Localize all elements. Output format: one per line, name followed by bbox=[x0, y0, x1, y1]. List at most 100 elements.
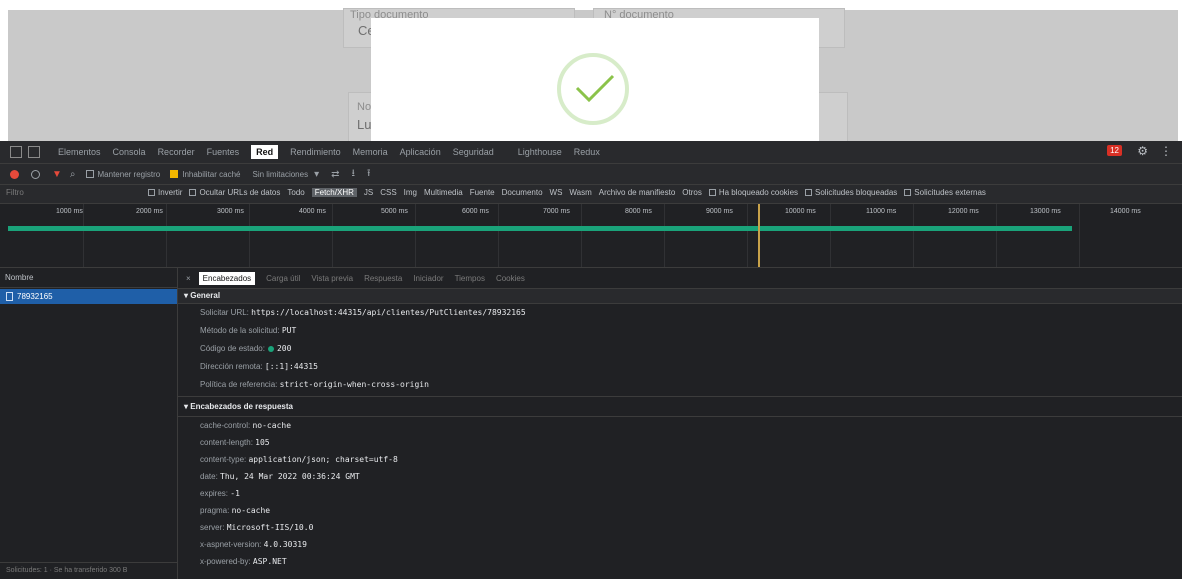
chevron-down-icon[interactable]: ▾ bbox=[314, 169, 319, 180]
filter-font[interactable]: Fuente bbox=[470, 188, 495, 197]
tab-security[interactable]: Seguridad bbox=[453, 147, 494, 157]
export-har-icon[interactable]: ⭱ bbox=[367, 166, 371, 183]
header-value: 200 bbox=[276, 344, 292, 353]
invert-checkbox[interactable] bbox=[148, 189, 155, 196]
header-value: strict-origin-when-cross-origin bbox=[279, 380, 429, 389]
timeline-tick: 4000 ms bbox=[299, 208, 326, 215]
timeline-tick: 1000 ms bbox=[56, 208, 83, 215]
inspect-icon[interactable] bbox=[10, 146, 22, 158]
tab-response[interactable]: Respuesta bbox=[364, 274, 402, 283]
filter-media[interactable]: Multimedia bbox=[424, 188, 463, 197]
disable-cache-label: Inhabilitar caché bbox=[182, 169, 241, 179]
tab-headers[interactable]: Encabezados bbox=[198, 271, 256, 285]
header-key: content-length: bbox=[200, 438, 253, 447]
tab-sources[interactable]: Fuentes bbox=[207, 147, 240, 157]
device-toolbar-icon[interactable] bbox=[28, 146, 40, 158]
header-row: content-type: application/json; charset=… bbox=[178, 451, 1182, 468]
filter-wasm[interactable]: Wasm bbox=[569, 188, 591, 197]
tab-network[interactable]: Red bbox=[251, 145, 279, 159]
tab-payload[interactable]: Carga útil bbox=[266, 274, 300, 283]
tab-performance[interactable]: Rendimiento bbox=[290, 147, 341, 157]
web-page: Tipo documento Ce N° documento No Lu bbox=[0, 0, 1182, 144]
request-details: × Encabezados Carga útil Vista previa Re… bbox=[178, 268, 1182, 579]
third-party-checkbox[interactable] bbox=[904, 189, 912, 196]
header-row: Política de referencia: strict-origin-wh… bbox=[178, 376, 1182, 394]
search-icon[interactable]: ⌕ bbox=[70, 169, 76, 180]
tab-recorder[interactable]: Recorder bbox=[158, 147, 195, 157]
devtools-tabbar: Elementos Consola Recorder Fuentes Red R… bbox=[0, 141, 1182, 164]
network-toolbar: ▼ ⌕ Mantener registro Inhabilitar caché … bbox=[0, 164, 1182, 185]
gear-icon[interactable]: ⚙ bbox=[1137, 144, 1148, 158]
header-row: Dirección remota: [::1]:44315 bbox=[178, 358, 1182, 376]
header-key: Dirección remota: bbox=[200, 362, 263, 371]
header-key: Método de la solicitud: bbox=[200, 326, 280, 335]
more-options-icon[interactable]: ⋮ bbox=[1160, 144, 1172, 158]
filter-other[interactable]: Otros bbox=[682, 188, 702, 197]
filter-css[interactable]: CSS bbox=[380, 188, 396, 197]
preserve-log-checkbox[interactable] bbox=[85, 170, 94, 178]
timeline-tick: 8000 ms bbox=[625, 208, 652, 215]
header-row: cache-control: no-cache bbox=[178, 417, 1182, 434]
filter-fetch-xhr[interactable]: Fetch/XHR bbox=[311, 188, 357, 197]
blocked-requests-checkbox[interactable] bbox=[805, 189, 813, 196]
network-conditions-icon[interactable]: ⇄ bbox=[331, 169, 339, 180]
network-overview-timeline[interactable]: 1000 ms 2000 ms 3000 ms 4000 ms 5000 ms … bbox=[0, 204, 1182, 268]
tab-timing[interactable]: Tiempos bbox=[455, 274, 485, 283]
file-icon bbox=[6, 292, 13, 301]
success-modal bbox=[371, 18, 819, 141]
tab-redux[interactable]: Redux bbox=[574, 147, 600, 157]
tab-application[interactable]: Aplicación bbox=[400, 147, 441, 157]
request-row[interactable]: 78932165 bbox=[0, 289, 177, 304]
header-value: Thu, 24 Mar 2022 00:36:24 GMT bbox=[220, 472, 360, 481]
general-section-title: General bbox=[190, 291, 221, 300]
tab-memory[interactable]: Memoria bbox=[353, 147, 388, 157]
header-row: Método de la solicitud: PUT bbox=[178, 322, 1182, 340]
filter-input[interactable]: Filtro bbox=[6, 188, 24, 197]
response-headers-section-header[interactable]: ▾ Encabezados de respuesta bbox=[178, 396, 1182, 417]
header-key: date: bbox=[200, 472, 218, 481]
header-value: ASP.NET bbox=[252, 557, 287, 566]
filter-img[interactable]: Img bbox=[404, 188, 417, 197]
resource-type-filters: Invertir Ocultar URLs de datos Todo Fetc… bbox=[148, 188, 993, 197]
filter-ws[interactable]: WS bbox=[550, 188, 563, 197]
error-count-badge[interactable]: 12 bbox=[1107, 145, 1122, 156]
timeline-tick: 6000 ms bbox=[462, 208, 489, 215]
header-value: -1 bbox=[230, 489, 240, 498]
record-icon[interactable] bbox=[10, 169, 19, 179]
disable-cache-checkbox[interactable] bbox=[170, 170, 179, 178]
request-timing-bar bbox=[8, 226, 1072, 231]
filter-all[interactable]: Todo bbox=[287, 188, 304, 197]
hide-data-urls-checkbox[interactable] bbox=[189, 189, 197, 196]
tab-initiator[interactable]: Iniciador bbox=[413, 274, 443, 283]
filter-doc[interactable]: Documento bbox=[502, 188, 543, 197]
header-row: content-length: 105 bbox=[178, 434, 1182, 451]
request-list-header[interactable]: Nombre bbox=[0, 268, 177, 288]
header-value: no-cache bbox=[252, 421, 292, 430]
header-key: Código de estado: bbox=[200, 344, 265, 353]
header-key: pragma: bbox=[200, 506, 230, 515]
header-value: 4.0.30319 bbox=[263, 540, 307, 549]
tab-lighthouse[interactable]: Lighthouse bbox=[518, 147, 562, 157]
header-row: date: Thu, 24 Mar 2022 00:36:24 GMT bbox=[178, 468, 1182, 485]
timeline-tick: 7000 ms bbox=[543, 208, 570, 215]
tab-preview[interactable]: Vista previa bbox=[311, 274, 353, 283]
filter-icon[interactable]: ▼ bbox=[52, 169, 62, 180]
tab-console[interactable]: Consola bbox=[113, 147, 146, 157]
filter-manifest[interactable]: Archivo de manifiesto bbox=[599, 188, 675, 197]
third-party-label: Solicitudes externas bbox=[914, 188, 986, 197]
import-har-icon[interactable]: ⭳ bbox=[351, 166, 355, 183]
tab-elements[interactable]: Elementos bbox=[58, 147, 101, 157]
clear-icon[interactable] bbox=[31, 169, 40, 179]
filter-js[interactable]: JS bbox=[364, 188, 373, 197]
blocked-cookies-checkbox[interactable] bbox=[708, 189, 716, 196]
header-key: expires: bbox=[200, 489, 229, 498]
close-icon[interactable]: × bbox=[186, 274, 191, 283]
general-section-header[interactable]: ▾ General bbox=[178, 289, 1182, 304]
header-row: expires: -1 bbox=[178, 485, 1182, 502]
throttling-select[interactable]: Sin limitaciones bbox=[252, 170, 308, 179]
header-key: cache-control: bbox=[200, 421, 251, 430]
status-summary: Solicitudes: 1 · Se ha transferido 300 B bbox=[0, 562, 183, 579]
header-row: server: Microsoft-IIS/10.0 bbox=[178, 519, 1182, 536]
header-value: PUT bbox=[281, 326, 297, 335]
tab-cookies[interactable]: Cookies bbox=[496, 274, 525, 283]
